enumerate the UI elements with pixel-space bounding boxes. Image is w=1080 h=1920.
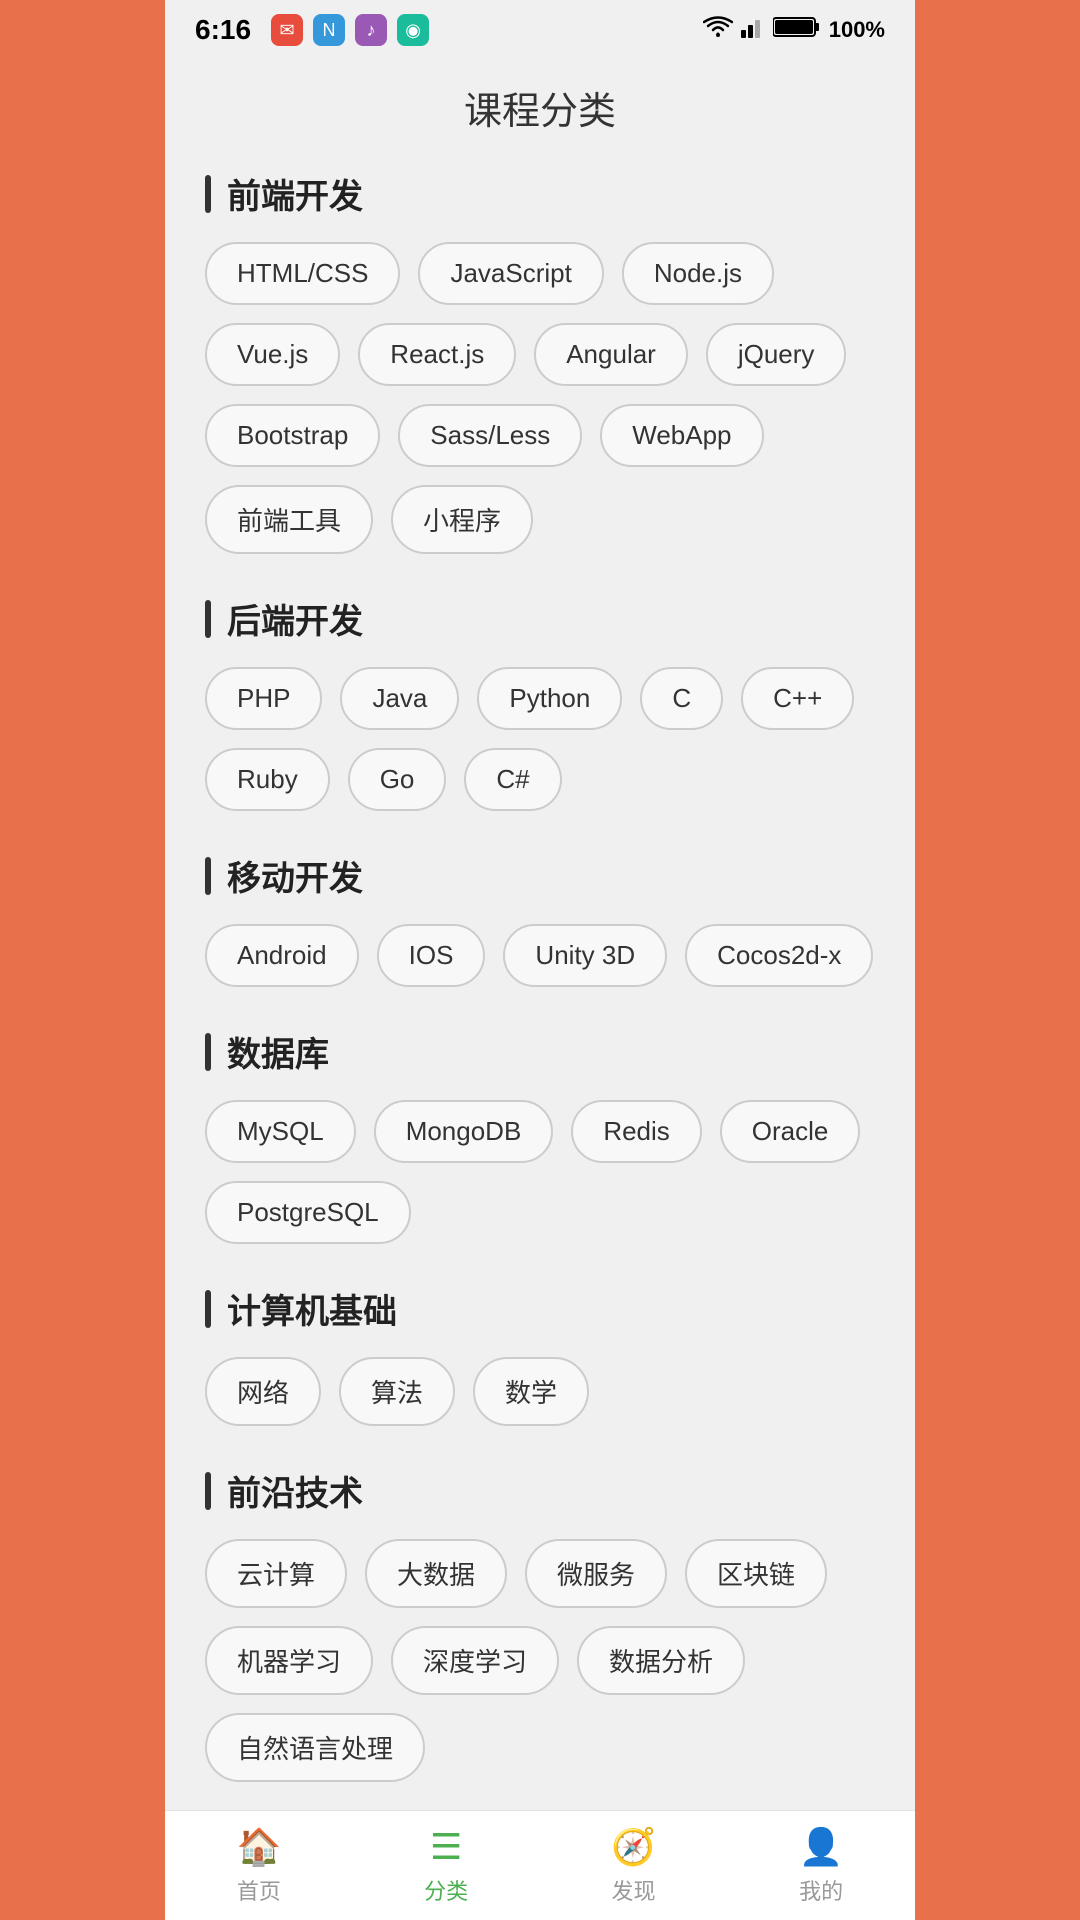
content-scroll[interactable]: 前端开发 HTML/CSS JavaScript Node.js Vue.js React… [165,159,915,1810]
tag-frontend-10[interactable]: 前端工具 [205,485,373,554]
tag-frontend-4[interactable]: React.js [358,323,516,386]
tag-mobile-3[interactable]: Cocos2d-x [685,924,873,987]
tag-frontend-8[interactable]: Sass/Less [398,404,582,467]
tags-wrap-backend: PHP Java Python C C++ Ruby Go C# [205,667,875,811]
notification-icons: ✉ N ♪ ◉ [271,14,429,46]
section-title-mobile: 移动开发 [227,851,363,900]
tag-frontier-2[interactable]: 微服务 [525,1539,667,1608]
tag-frontier-5[interactable]: 深度学习 [391,1626,559,1695]
nav-label-home: 首页 [237,1874,281,1906]
notif-icon-4: ◉ [397,14,429,46]
tag-frontend-5[interactable]: Angular [534,323,688,386]
tag-database-1[interactable]: MongoDB [374,1100,554,1163]
tag-database-3[interactable]: Oracle [720,1100,861,1163]
signal-icon [741,16,765,44]
nav-icon-home: 🏠 [236,1826,281,1868]
section-header-frontend: 前端开发 [205,169,875,218]
tags-wrap-cs-basics: 网络算法数学 [205,1357,875,1426]
page-title-bar: 课程分类 [165,60,915,159]
section-header-frontier: 前沿技术 [205,1466,875,1515]
notif-icon-1: ✉ [271,14,303,46]
section-frontend: 前端开发 HTML/CSS JavaScript Node.js Vue.js React… [205,169,875,554]
section-mobile: 移动开发 Android IOS Unity 3D Cocos2d-x [205,851,875,987]
notif-icon-3: ♪ [355,14,387,46]
notif-icon-2: N [313,14,345,46]
tag-backend-2[interactable]: Python [477,667,622,730]
tag-frontend-2[interactable]: Node.js [622,242,774,305]
tag-database-4[interactable]: PostgreSQL [205,1181,411,1244]
tag-backend-6[interactable]: Go [348,748,447,811]
tag-mobile-0[interactable]: Android [205,924,359,987]
tag-backend-0[interactable]: PHP [205,667,322,730]
section-title-cs-basics: 计算机基础 [227,1284,397,1333]
nav-label-category: 分类 [424,1874,468,1906]
tag-database-2[interactable]: Redis [571,1100,701,1163]
tag-database-0[interactable]: MySQL [205,1100,356,1163]
tag-backend-1[interactable]: Java [340,667,459,730]
section-database: 数据库 MySQL MongoDB Redis Oracle PostgreSQL [205,1027,875,1244]
tag-frontend-9[interactable]: WebApp [600,404,763,467]
nav-item-discover[interactable]: 🧭 发现 [611,1826,656,1906]
section-bar-frontend [205,175,211,213]
tag-frontier-0[interactable]: 云计算 [205,1539,347,1608]
phone-frame: 6:16 ✉ N ♪ ◉ [165,0,915,1920]
tag-frontier-6[interactable]: 数据分析 [577,1626,745,1695]
section-title-frontend: 前端开发 [227,169,363,218]
section-title-frontier: 前沿技术 [227,1466,363,1515]
tag-frontend-3[interactable]: Vue.js [205,323,340,386]
tag-frontend-6[interactable]: jQuery [706,323,847,386]
section-header-database: 数据库 [205,1027,875,1076]
status-time: 6:16 [195,14,251,46]
tag-backend-3[interactable]: C [640,667,723,730]
tags-wrap-frontend: HTML/CSS JavaScript Node.js Vue.js React.js A… [205,242,875,554]
nav-icon-discover: 🧭 [611,1826,656,1868]
section-header-backend: 后端开发 [205,594,875,643]
battery-percent: 100% [829,17,885,43]
tag-cs-basics-1[interactable]: 算法 [339,1357,455,1426]
tag-cs-basics-2[interactable]: 数学 [473,1357,589,1426]
tag-frontend-7[interactable]: Bootstrap [205,404,380,467]
tags-wrap-mobile: Android IOS Unity 3D Cocos2d-x [205,924,875,987]
section-bar-frontier [205,1472,211,1510]
section-bar-backend [205,600,211,638]
section-bar-database [205,1033,211,1071]
section-header-mobile: 移动开发 [205,851,875,900]
nav-icon-mine: 👤 [799,1826,844,1868]
tag-backend-7[interactable]: C# [464,748,561,811]
status-bar: 6:16 ✉ N ♪ ◉ [165,0,915,60]
nav-label-discover: 发现 [611,1874,655,1906]
tag-backend-4[interactable]: C++ [741,667,854,730]
section-header-cs-basics: 计算机基础 [205,1284,875,1333]
status-right-icons: 100% [703,15,885,45]
nav-icon-category: ☰ [430,1826,462,1868]
section-frontier: 前沿技术云计算大数据微服务区块链机器学习深度学习数据分析自然语言处理 [205,1466,875,1782]
tag-mobile-2[interactable]: Unity 3D [503,924,667,987]
nav-label-mine: 我的 [799,1874,843,1906]
tag-mobile-1[interactable]: IOS [377,924,486,987]
tags-wrap-database: MySQL MongoDB Redis Oracle PostgreSQL [205,1100,875,1244]
section-cs-basics: 计算机基础网络算法数学 [205,1284,875,1426]
section-backend: 后端开发 PHP Java Python C C++ Ruby Go C# [205,594,875,811]
page-title: 课程分类 [165,80,915,135]
wifi-icon [703,16,733,44]
tag-frontier-3[interactable]: 区块链 [685,1539,827,1608]
section-bar-cs-basics [205,1290,211,1328]
tags-wrap-frontier: 云计算大数据微服务区块链机器学习深度学习数据分析自然语言处理 [205,1539,875,1782]
nav-item-mine[interactable]: 👤 我的 [799,1826,844,1906]
tag-frontend-11[interactable]: 小程序 [391,485,533,554]
tag-frontier-7[interactable]: 自然语言处理 [205,1713,425,1782]
nav-item-home[interactable]: 🏠 首页 [236,1826,281,1906]
tag-frontier-1[interactable]: 大数据 [365,1539,507,1608]
tag-frontier-4[interactable]: 机器学习 [205,1626,373,1695]
tag-backend-5[interactable]: Ruby [205,748,330,811]
section-bar-mobile [205,857,211,895]
tag-frontend-1[interactable]: JavaScript [418,242,603,305]
tag-frontend-0[interactable]: HTML/CSS [205,242,400,305]
tag-cs-basics-0[interactable]: 网络 [205,1357,321,1426]
bottom-nav: 🏠 首页 ☰ 分类 🧭 发现 👤 我的 [165,1810,915,1920]
section-title-backend: 后端开发 [227,594,363,643]
section-title-database: 数据库 [227,1027,329,1076]
nav-item-category[interactable]: ☰ 分类 [424,1826,468,1906]
battery-icon [773,15,821,45]
